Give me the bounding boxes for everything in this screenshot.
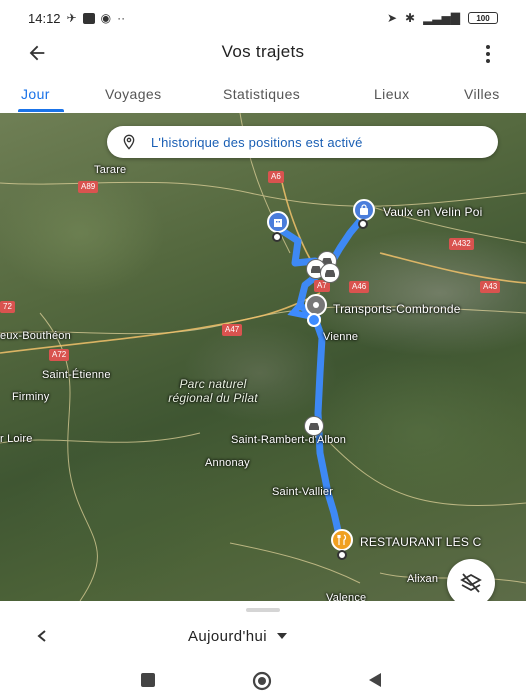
system-nav-bar [0,661,526,700]
road-badge-a72-left: 72 [0,301,15,313]
tab-label: Voyages [105,86,162,102]
home-button[interactable] [250,671,274,696]
tab-label: Jour [21,86,50,102]
square-icon [141,673,155,687]
signal-icon: ▂▃▅▇ [423,11,460,25]
facebook-icon: ◉ [100,11,112,25]
date-label: Aujourd'hui [188,627,267,645]
place-saint-rambert: Saint-Rambert-d'Albon [231,434,347,446]
more-options-button[interactable] [478,40,498,68]
bottom-sheet: Aujourd'hui [0,601,526,661]
layers-off-icon [460,573,482,593]
tab-active-indicator [18,109,64,112]
clock: 14:12 [28,10,61,26]
tab-label: Statistiques [223,86,301,102]
date-selector[interactable]: Aujourd'hui [188,625,287,647]
fork-knife-icon [337,534,347,545]
place-restaurant: RESTAURANT LES C [360,535,482,549]
battery-level: 100 [476,13,490,23]
place-alixan: Alixan [407,573,439,585]
status-left: 14:12 ✈︎ ◉ ·· [28,11,125,26]
tab-voyages[interactable]: Voyages [105,72,162,102]
banner-text: L'historique des positions est activé [151,134,363,150]
road-badge-a43: A43 [480,281,501,293]
tab-villes[interactable]: Villes [464,72,500,102]
back-nav-button[interactable] [366,671,384,694]
car-icon[interactable] [320,263,340,283]
place-boutheon: eux-Bouthéon [0,330,71,342]
place-loire: r Loire [0,433,33,445]
more-notifications-icon: ·· [117,11,126,25]
dropdown-arrow-icon [276,633,287,639]
page-title: Vos trajets [221,42,305,61]
stop-dot[interactable] [358,219,368,229]
more-vert-icon [486,45,490,49]
road-badge-a47: A47 [222,324,243,336]
car-icon[interactable] [304,416,324,436]
previous-day-button[interactable] [32,625,52,647]
place-saint-vallier: Saint-Vallier [272,486,334,498]
triangle-back-icon [369,673,381,687]
stop-dot[interactable] [337,550,347,560]
location-history-banner[interactable]: L'historique des positions est activé [107,126,498,158]
road-badge-a72: A72 [49,349,70,361]
tab-label: Villes [464,86,500,102]
place-vienne: Vienne [323,331,359,343]
place-tarare: Tarare [94,164,127,176]
road-badge-a46: A46 [349,281,370,293]
place-valence: Valence [326,592,367,601]
bluetooth-icon: ✱ [405,11,416,25]
tab-lieux[interactable]: Lieux [374,72,409,102]
layers-toggle-button[interactable] [447,559,495,601]
road-badge-a89: A89 [78,181,99,193]
location-pin-icon [123,134,135,150]
linkedin-icon [82,12,95,24]
current-location-dot[interactable] [307,313,321,327]
road-badge-a432: A432 [449,238,474,250]
more-vert-dot [486,59,490,63]
tab-bar: Jour Voyages Statistiques Lieux Villes [0,72,526,112]
tab-statistiques[interactable]: Statistiques [223,72,300,102]
place-annonay: Annonay [205,457,250,469]
place-pilat: Parc naturel régional du Pilat [168,377,258,405]
place-vaulx: Vaulx en Velin Poi [383,205,483,219]
status-bar: 14:12 ✈︎ ◉ ·· ➤ ✱ ▂▃▅▇ 100 [0,0,526,36]
stop-dot[interactable] [272,232,282,242]
road-badge-a6: A6 [268,171,284,183]
circle-icon [252,671,272,691]
map-view[interactable]: L'historique des positions est activé Ta… [0,113,526,601]
place-transports: Transports-Combronde [333,302,461,316]
location-arrow-icon: ➤ [386,11,398,25]
place-firminy: Firminy [12,391,50,403]
shopping-icon [360,204,368,215]
tab-label: Lieux [374,86,410,102]
tab-jour[interactable]: Jour [21,72,50,102]
restaurant-marker[interactable] [331,529,353,551]
battery-icon: 100 [468,12,498,24]
more-vert-dot [486,52,490,56]
building-icon [274,219,282,227]
end-place-marker[interactable] [353,199,375,221]
start-place-marker[interactable] [267,211,289,233]
chevron-left-icon [37,630,46,642]
recents-button[interactable] [139,671,157,694]
drag-handle[interactable] [246,608,280,612]
status-right: ➤ ✱ ▂▃▅▇ 100 [387,11,498,25]
app-bar: Vos trajets [0,36,526,70]
missed-call-icon: ✈︎ [66,11,77,25]
place-saint-etienne: Saint-Étienne [42,369,111,381]
